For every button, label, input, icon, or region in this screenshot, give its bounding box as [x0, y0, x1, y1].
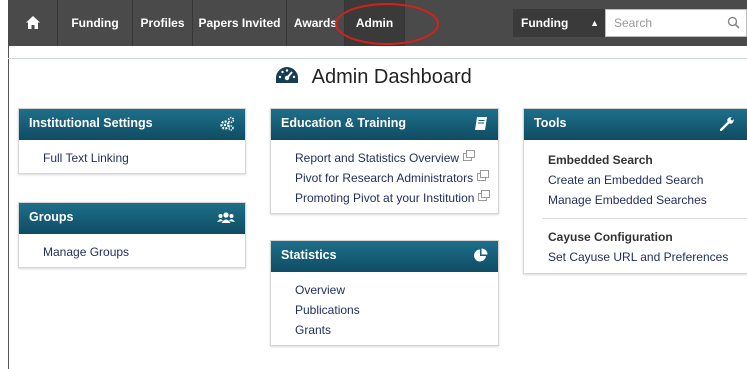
education-training-panel: Education & Training Report and Statisti… — [270, 108, 499, 214]
institutional-settings-title: Institutional Settings — [29, 116, 153, 130]
promoting-pivot-link[interactable]: Promoting Pivot at your Institution — [295, 188, 498, 208]
cayuse-configuration-heading: Cayuse Configuration — [548, 230, 673, 244]
search-scope-select[interactable]: Funding ▲ — [513, 9, 605, 37]
groups-title: Groups — [29, 210, 74, 224]
statistics-header: Statistics — [271, 241, 498, 272]
top-navigation-bar: Funding Profiles Papers Invited Awards A… — [8, 0, 747, 46]
tools-panel: Tools Embedded Search Create an Embedded… — [523, 108, 747, 274]
embedded-search-heading: Embedded Search — [548, 153, 653, 167]
education-training-title: Education & Training — [281, 116, 407, 130]
nav-profiles[interactable]: Profiles — [133, 0, 193, 46]
search-icon[interactable] — [727, 16, 740, 29]
subheader-divider — [8, 58, 747, 59]
manage-groups-link[interactable]: Manage Groups — [43, 242, 245, 262]
set-cayuse-url-link[interactable]: Set Cayuse URL and Preferences — [548, 247, 747, 267]
external-link-icon — [478, 190, 491, 201]
page-title-text: Admin Dashboard — [311, 66, 472, 88]
left-frame-border — [8, 0, 9, 369]
wrench-icon — [720, 117, 734, 131]
statistics-panel: Statistics Overview Publications Grants — [270, 240, 499, 346]
manage-embedded-searches-link[interactable]: Manage Embedded Searches — [548, 190, 747, 210]
select-arrows-icon: ▲ — [590, 18, 599, 28]
statistics-publications-link[interactable]: Publications — [295, 300, 498, 320]
institutional-settings-panel: Institutional Settings Full Text Linking — [18, 108, 246, 174]
tools-section-divider — [542, 218, 747, 219]
groups-header: Groups — [19, 203, 245, 234]
page-title: Admin Dashboard — [0, 66, 747, 89]
admin-highlight-circle — [335, 3, 439, 45]
book-icon — [475, 117, 487, 130]
statistics-title: Statistics — [281, 248, 337, 262]
external-link-icon — [463, 150, 476, 161]
users-icon — [217, 212, 235, 223]
tools-title: Tools — [534, 116, 567, 130]
nav-funding[interactable]: Funding — [58, 0, 133, 46]
home-icon — [25, 16, 40, 29]
search-scope-value: Funding — [521, 16, 569, 30]
dashboard-gauge-icon — [276, 66, 299, 83]
external-link-icon — [477, 170, 490, 181]
report-statistics-overview-label: Report and Statistics Overview — [295, 151, 460, 165]
pie-chart-icon — [474, 248, 488, 262]
pivot-research-admins-label: Pivot for Research Administrators — [295, 171, 474, 185]
institutional-settings-header: Institutional Settings — [19, 109, 245, 140]
nav-papers-invited[interactable]: Papers Invited — [193, 0, 287, 46]
statistics-grants-link[interactable]: Grants — [295, 320, 498, 340]
statistics-overview-link[interactable]: Overview — [295, 280, 498, 300]
tools-header: Tools — [524, 109, 747, 140]
promoting-pivot-label: Promoting Pivot at your Institution — [295, 191, 475, 205]
search-input[interactable]: Search — [605, 9, 747, 37]
report-statistics-overview-link[interactable]: Report and Statistics Overview — [295, 148, 498, 168]
gears-icon — [220, 116, 235, 131]
education-training-header: Education & Training — [271, 109, 498, 140]
search-placeholder: Search — [614, 16, 653, 30]
pivot-research-admins-link[interactable]: Pivot for Research Administrators — [295, 168, 498, 188]
full-text-linking-link[interactable]: Full Text Linking — [43, 148, 245, 168]
groups-panel: Groups Manage Groups — [18, 202, 246, 268]
nav-home[interactable] — [8, 0, 58, 46]
create-embedded-search-link[interactable]: Create an Embedded Search — [548, 170, 747, 190]
